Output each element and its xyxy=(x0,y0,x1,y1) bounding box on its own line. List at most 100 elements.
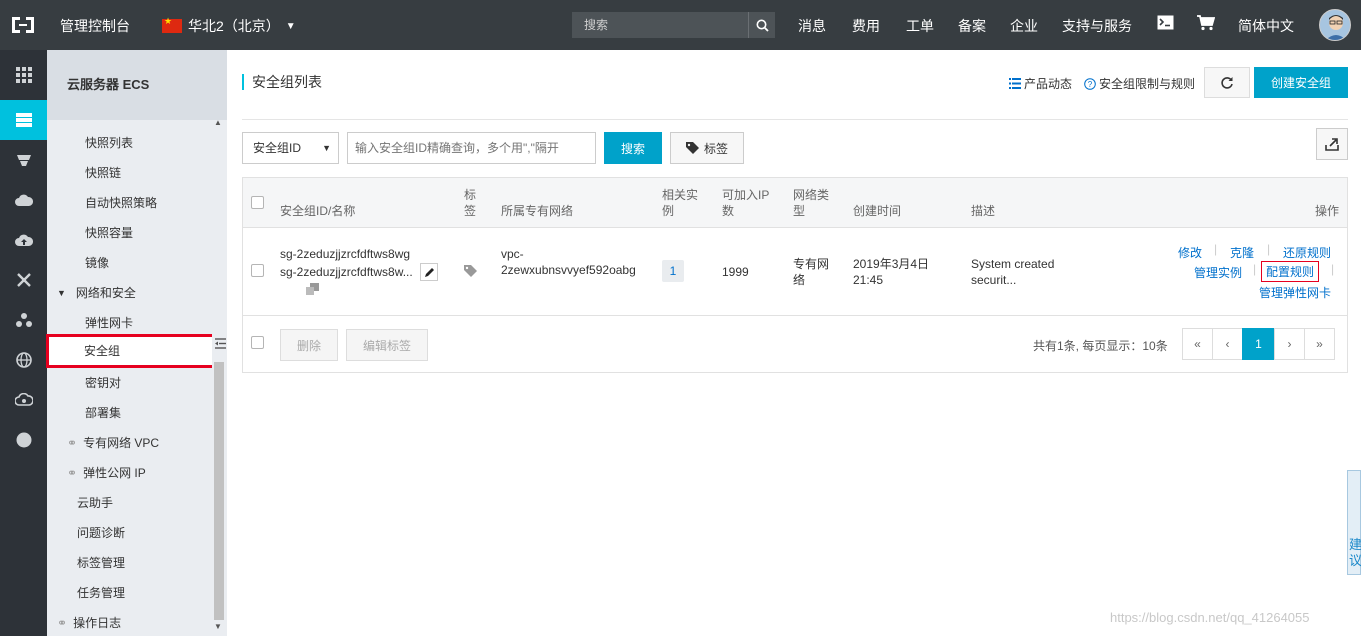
sidebar-item-cloud-assistant[interactable]: 云助手 xyxy=(77,494,113,511)
svg-text:?: ? xyxy=(1088,80,1093,89)
footer-select-all-checkbox[interactable] xyxy=(251,336,264,349)
user-avatar[interactable] xyxy=(1319,9,1351,41)
rail-more[interactable] xyxy=(0,420,47,460)
sidebar-item-operation-log[interactable]: ⚭ 操作日志 xyxy=(57,614,121,631)
product-news-link[interactable]: 产品动态 xyxy=(1009,75,1072,92)
select-all-checkbox[interactable] xyxy=(251,196,264,209)
security-group-name: sg-2zeduzjjzrcfdftws8w... xyxy=(280,265,413,279)
search-icon[interactable] xyxy=(748,12,775,38)
next-page-button[interactable]: › xyxy=(1274,328,1305,360)
configure-rules-link[interactable]: 配置规则 xyxy=(1260,261,1320,282)
related-instances-count[interactable]: 1 xyxy=(662,260,684,282)
caret-down-icon: ▼ xyxy=(57,287,66,298)
tag-icon xyxy=(685,142,699,154)
pagination-summary: 共有1条, 每页显示：10条 xyxy=(1033,339,1168,353)
sidebar-item-deployment-set[interactable]: 部署集 xyxy=(85,404,121,421)
manage-eni-link[interactable]: 管理弹性网卡 xyxy=(1259,284,1331,301)
table-footer: 删除 编辑标签 共有1条, 每页显示：10条 « ‹ 1 › » xyxy=(243,317,1347,372)
col-nettype-line2: 型 xyxy=(793,204,806,218)
last-page-button[interactable]: » xyxy=(1304,328,1335,360)
sidebar-scrollbar[interactable]: ▲ ▼ xyxy=(212,118,226,636)
row-checkbox[interactable] xyxy=(251,264,264,277)
sidebar-item-image[interactable]: 镜像 xyxy=(85,254,109,271)
nav-support[interactable]: 支持与服务 xyxy=(1062,16,1132,36)
terminal-icon[interactable] xyxy=(1157,15,1174,30)
restore-rules-link[interactable]: 还原规则 xyxy=(1283,244,1331,261)
sidebar-item-vpc[interactable]: ⚭ 专有网络 VPC xyxy=(67,434,159,451)
clone-link[interactable]: 克隆 xyxy=(1230,244,1254,261)
main-content: 安全组列表 产品动态 ? 安全组限制与规则 创建安全组 安全组ID ▼ 搜索 标… xyxy=(227,50,1361,636)
rail-globe[interactable] xyxy=(0,340,47,380)
export-icon xyxy=(1325,138,1339,151)
nav-tickets[interactable]: 工单 xyxy=(906,16,934,36)
op-separator: | xyxy=(1253,262,1257,276)
nav-messages[interactable]: 消息 xyxy=(798,16,826,36)
sidebar-collapse-handle[interactable] xyxy=(213,333,227,353)
scrollbar-thumb[interactable] xyxy=(214,362,224,620)
sidebar-item-diagnosis[interactable]: 问题诊断 xyxy=(77,524,125,541)
sidebar-item-tag-management[interactable]: 标签管理 xyxy=(77,554,125,571)
description-line1: System created xyxy=(971,257,1055,271)
language-switcher[interactable]: 简体中文 xyxy=(1238,16,1294,36)
tag-filter-button[interactable]: 标签 xyxy=(670,132,744,164)
sidebar-group-network-security[interactable]: ▼ 网络和安全 xyxy=(57,284,136,301)
circle-icon xyxy=(16,432,31,448)
search-button[interactable]: 搜索 xyxy=(604,132,662,164)
console-home-link[interactable]: 管理控制台 xyxy=(60,16,130,36)
sidebar-item-auto-snapshot-policy[interactable]: 自动快照策略 xyxy=(85,194,157,211)
tag-icon[interactable] xyxy=(464,265,478,277)
prev-page-button[interactable]: ‹ xyxy=(1212,328,1243,360)
feedback-float-tab[interactable]: 建议 xyxy=(1347,470,1361,575)
sidebar-item-snapshot-capacity[interactable]: 快照容量 xyxy=(85,224,133,241)
region-selector[interactable]: 华北2（北京） ▼ xyxy=(162,16,296,36)
security-group-table: 安全组ID/名称 标 签 所属专有网络 相关实 例 可加入IP 数 网络类 型 … xyxy=(242,177,1348,373)
rail-database[interactable] xyxy=(0,140,47,180)
col-nettype-line1: 网络类 xyxy=(793,188,830,202)
sidebar-item-snapshot-chain[interactable]: 快照链 xyxy=(85,164,121,181)
sidebar-group-label: 网络和安全 xyxy=(75,286,136,300)
scroll-down-icon[interactable]: ▼ xyxy=(214,622,222,631)
globe-icon xyxy=(15,352,32,368)
rail-network[interactable] xyxy=(0,260,47,300)
manage-instances-link[interactable]: 管理实例 xyxy=(1194,264,1242,281)
sidebar-item-task-management[interactable]: 任务管理 xyxy=(77,584,125,601)
edit-tags-button[interactable]: 编辑标签 xyxy=(346,329,428,361)
rail-cluster[interactable] xyxy=(0,300,47,340)
nav-icp[interactable]: 备案 xyxy=(958,16,986,36)
rail-cloud[interactable] xyxy=(0,180,47,220)
vpc-id-line1[interactable]: vpc- xyxy=(501,246,524,262)
cart-icon[interactable] xyxy=(1197,15,1215,31)
vpc-id-line2[interactable]: 2zewxubnsvvyef592oabg xyxy=(501,262,636,278)
global-search-input[interactable] xyxy=(572,12,748,38)
sidebar-item-eip[interactable]: ⚭ 弹性公网 IP xyxy=(67,464,146,481)
sidebar-item-key-pair[interactable]: 密钥对 xyxy=(85,374,121,391)
filter-field-select[interactable]: 安全组ID ▼ xyxy=(242,132,339,164)
rail-monitor[interactable] xyxy=(0,380,47,420)
aliyun-logo-icon[interactable] xyxy=(10,14,36,36)
limits-rules-link[interactable]: ? 安全组限制与规则 xyxy=(1084,75,1195,92)
modify-link[interactable]: 修改 xyxy=(1178,244,1202,261)
rail-ecs[interactable] xyxy=(0,100,47,140)
first-page-button[interactable]: « xyxy=(1182,328,1213,360)
sidebar-item-security-group[interactable]: 安全组 xyxy=(46,334,215,368)
security-group-id-input[interactable] xyxy=(347,132,596,164)
export-button[interactable] xyxy=(1316,128,1348,160)
refresh-button[interactable] xyxy=(1204,67,1250,98)
security-group-id: sg-2zeduzjjzrcfdftws8wg xyxy=(280,247,411,261)
nav-billing[interactable]: 费用 xyxy=(852,16,880,36)
scroll-up-icon[interactable]: ▲ xyxy=(214,118,222,127)
create-security-group-button[interactable]: 创建安全组 xyxy=(1254,67,1348,98)
edit-name-button[interactable] xyxy=(420,263,438,281)
nav-enterprise[interactable]: 企业 xyxy=(1010,16,1038,36)
op-separator: | xyxy=(1331,262,1335,276)
available-ip-count: 1999 xyxy=(722,265,749,279)
sidebar-item-eni[interactable]: 弹性网卡 xyxy=(85,314,133,331)
sidebar-item-snapshot-list[interactable]: 快照列表 xyxy=(85,134,133,151)
rail-products[interactable] xyxy=(0,55,47,95)
rail-cloud-upload[interactable] xyxy=(0,220,47,260)
page-title: 安全组列表 xyxy=(242,74,322,90)
top-navigation-bar: 管理控制台 华北2（北京） ▼ 消息 费用 工单 备案 企业 支持与服务 简体中… xyxy=(0,0,1361,50)
copy-icon[interactable] xyxy=(306,283,319,295)
delete-button[interactable]: 删除 xyxy=(280,329,338,361)
page-1-button[interactable]: 1 xyxy=(1242,328,1275,360)
